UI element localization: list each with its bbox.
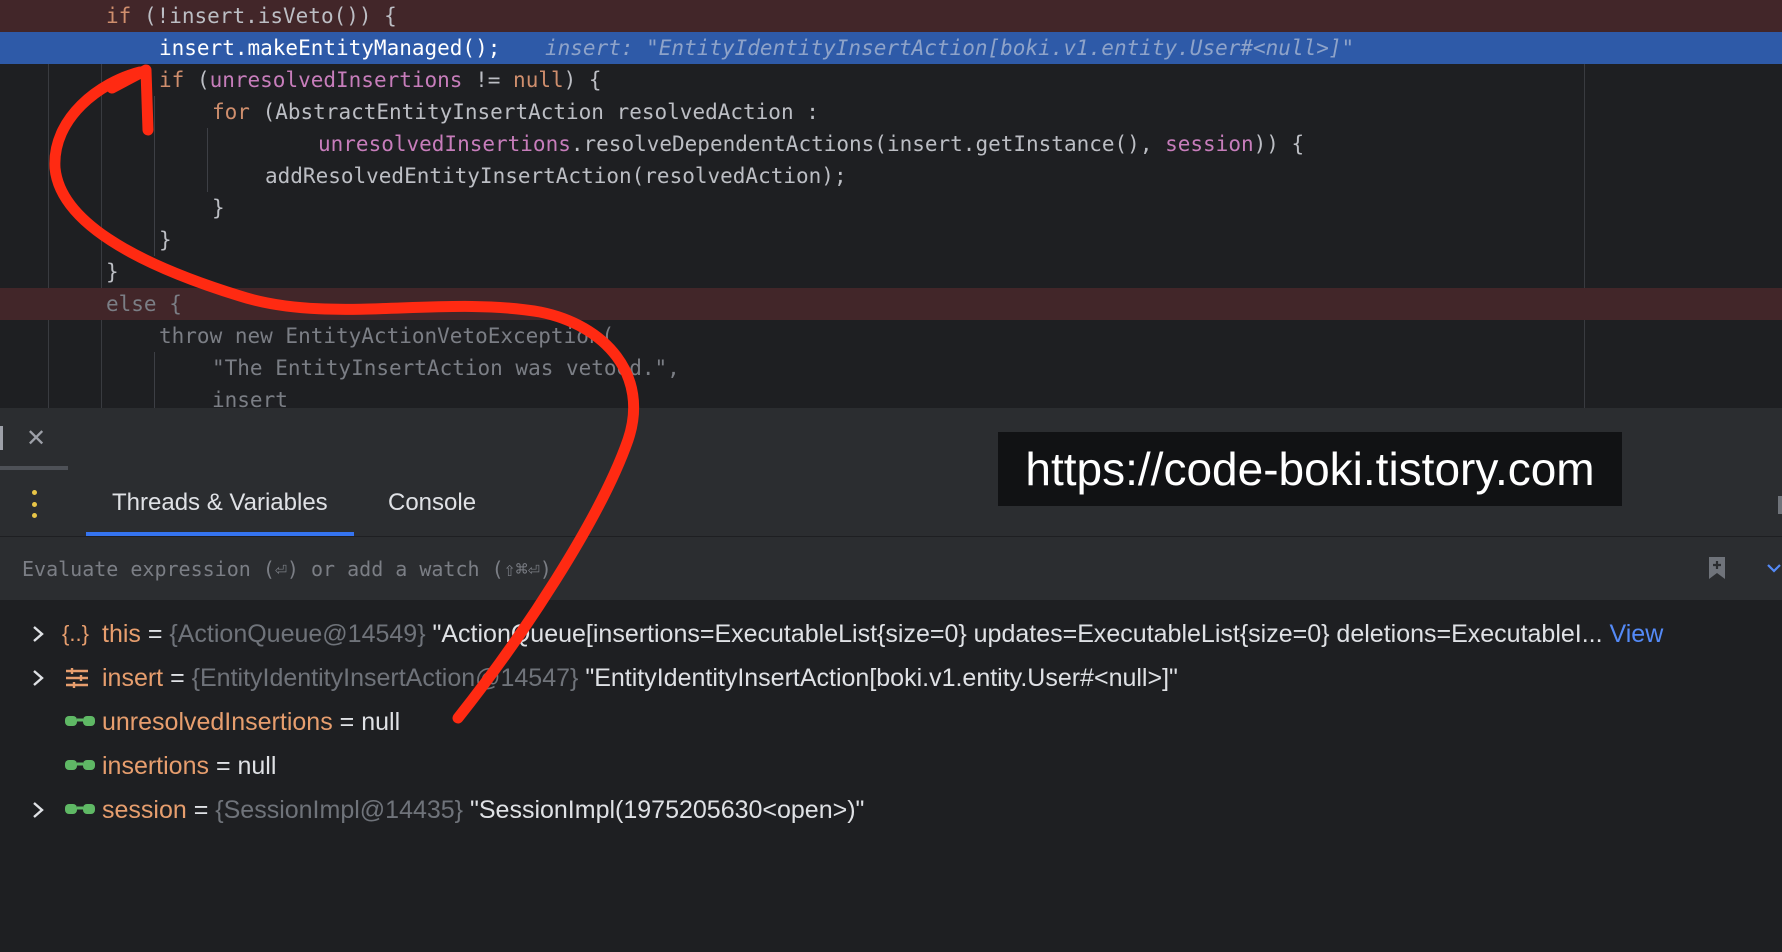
code-line[interactable]: } (0, 224, 1782, 256)
code-line[interactable]: throw new EntityActionVetoException( (0, 320, 1782, 352)
code-line[interactable]: } (0, 192, 1782, 224)
variable-row-unresolved-insertions[interactable]: unresolvedInsertions = null (0, 700, 1782, 744)
code-line[interactable]: for (AbstractEntityInsertAction resolved… (0, 96, 1782, 128)
code-line[interactable]: insert (0, 384, 1782, 408)
code-line[interactable]: "The EntityInsertAction was vetoed.", (0, 352, 1782, 384)
chevron-right-icon[interactable] (28, 612, 48, 656)
variable-row-session[interactable]: session = {SessionImpl@14435} "SessionIm… (0, 788, 1782, 832)
variable-row-insert[interactable]: insert = {EntityIdentityInsertAction@145… (0, 656, 1782, 700)
code-line[interactable]: if (unresolvedInsertions != null) { (0, 64, 1782, 96)
code-line[interactable]: addResolvedEntityInsertAction(resolvedAc… (0, 160, 1782, 192)
indent-guide (207, 128, 208, 192)
execution-point-line[interactable]: insert.makeEntityManaged(); insert: "Ent… (0, 32, 1782, 64)
add-watch-icon[interactable] (1706, 555, 1728, 585)
variables-tree: {..} this = {ActionQueue@14549} "ActionQ… (0, 601, 1782, 952)
object-icon: {..} (62, 621, 89, 646)
code-line[interactable]: } (0, 256, 1782, 288)
evaluate-expression-input[interactable] (10, 545, 1704, 593)
view-link[interactable]: View (1603, 620, 1664, 648)
more-options-icon[interactable] (30, 490, 38, 518)
chevron-right-icon[interactable] (28, 788, 48, 832)
code-line[interactable]: if (!insert.isVeto()) { (0, 0, 1782, 32)
variable-row-insertions[interactable]: insertions = null (0, 744, 1782, 788)
close-icon[interactable]: ✕ (26, 424, 46, 452)
tab-threads-variables[interactable]: Threads & Variables (86, 472, 354, 536)
code-line[interactable]: unresolvedInsertions.resolveDependentAct… (0, 128, 1782, 160)
variable-row-this[interactable]: {..} this = {ActionQueue@14549} "ActionQ… (0, 612, 1782, 656)
glasses-icon (64, 788, 96, 832)
glasses-icon (64, 700, 96, 744)
indent-guide (154, 96, 155, 256)
layout-icon[interactable] (1778, 496, 1782, 514)
code-line[interactable]: else { (0, 288, 1782, 320)
evaluate-bar (0, 537, 1782, 601)
tab-console[interactable]: Console (362, 472, 502, 536)
fields-icon (64, 656, 90, 700)
active-session-indicator (0, 466, 68, 470)
code-editor: if (!insert.isVeto()) { insert.makeEntit… (0, 0, 1782, 408)
indent-guide (154, 352, 155, 408)
inline-debug-value: insert: "EntityIdentityInsertAction[boki… (545, 36, 1355, 60)
watermark: https://code-boki.tistory.com (998, 432, 1622, 506)
panel-tab-edge (0, 426, 3, 450)
chevron-right-icon[interactable] (28, 656, 48, 700)
glasses-icon (64, 744, 96, 788)
chevron-down-icon[interactable] (1766, 559, 1782, 578)
